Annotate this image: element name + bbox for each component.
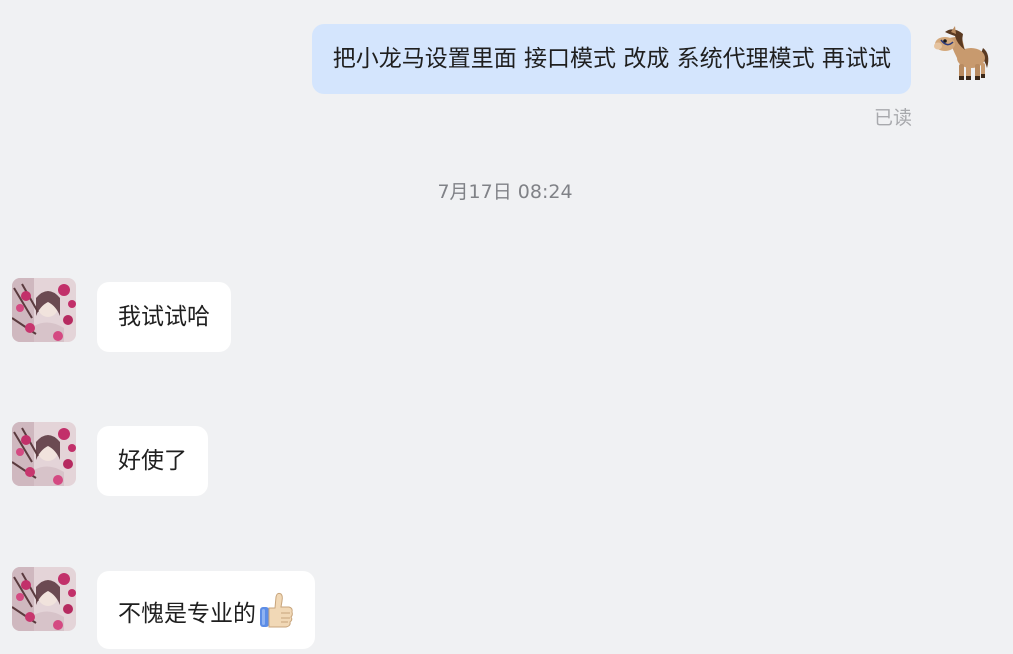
incoming-message-row: 不愧是专业的 — [12, 567, 315, 649]
self-avatar-pony-icon[interactable] — [931, 24, 993, 86]
contact-avatar[interactable] — [12, 567, 76, 631]
incoming-message-row: 好使了 — [12, 422, 208, 496]
incoming-message-row: 我试试哈 — [12, 278, 231, 352]
chat-message-area: 把小龙马设置里面 接口模式 改成 系统代理模式 再试试 已读 7月17日 08:… — [0, 0, 1013, 654]
message-timestamp: 7月17日 08:24 — [437, 181, 573, 203]
outgoing-message-row: 把小龙马设置里面 接口模式 改成 系统代理模式 再试试 — [311, 24, 993, 94]
thumbs-up-emoji-icon — [260, 592, 293, 628]
outgoing-message-bubble[interactable]: 把小龙马设置里面 接口模式 改成 系统代理模式 再试试 — [311, 24, 911, 94]
incoming-message-bubble[interactable]: 不愧是专业的 — [97, 571, 315, 649]
incoming-message-bubble[interactable]: 我试试哈 — [97, 282, 231, 352]
read-status-label: 已读 — [873, 107, 912, 129]
contact-avatar[interactable] — [12, 278, 76, 342]
contact-avatar[interactable] — [12, 422, 76, 486]
incoming-message-text: 不愧是专业的 — [118, 601, 256, 627]
incoming-message-bubble[interactable]: 好使了 — [97, 426, 208, 496]
